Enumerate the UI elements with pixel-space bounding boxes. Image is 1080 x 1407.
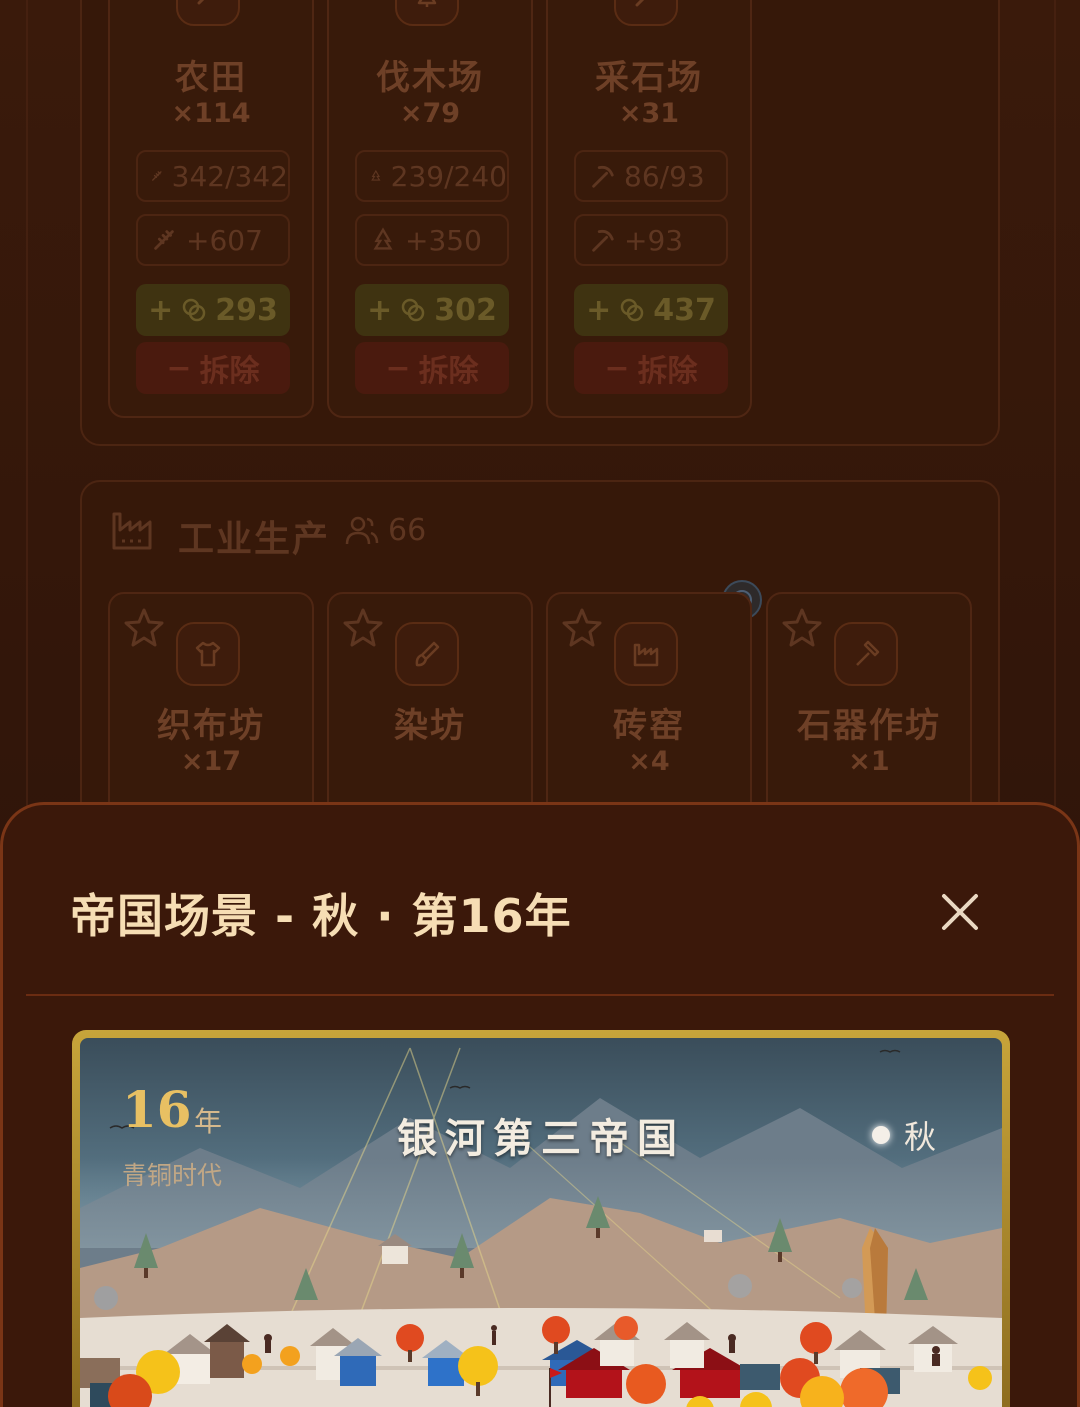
production-value: +350 — [405, 223, 482, 257]
capacity-value: 342/342 — [171, 159, 288, 193]
wheat-icon — [152, 171, 162, 181]
building-count: ×17 — [180, 746, 242, 777]
tree-icon — [395, 0, 459, 26]
build-cost: 302 — [434, 292, 497, 328]
demolish-label: 拆除 — [199, 354, 260, 389]
building-name: 农田 — [175, 58, 247, 98]
build-button[interactable]: + 437 — [574, 284, 728, 336]
pickaxe-icon — [592, 165, 614, 188]
plus-icon: + — [586, 292, 612, 328]
demolish-button[interactable]: − 拆除 — [136, 342, 290, 394]
production-pill: +93 — [574, 214, 728, 266]
season-dot-icon — [872, 1126, 890, 1144]
empire-name: 银河第三帝国 — [397, 1116, 685, 1162]
building-name: 采石场 — [595, 58, 703, 98]
star-icon[interactable] — [780, 606, 824, 650]
minus-icon: − — [166, 350, 192, 386]
section-workers: 66 — [344, 512, 426, 548]
close-icon[interactable] — [936, 888, 984, 936]
plus-icon: + — [367, 292, 393, 328]
brush-icon — [395, 622, 459, 686]
factory-icon — [112, 512, 152, 550]
minus-icon: − — [385, 350, 411, 386]
empire-scene-frame: 16 年 青铜时代 银河第三帝国 秋 — [72, 1030, 1010, 1407]
pickaxe-icon — [592, 229, 614, 252]
modal-title: 帝国场景 - 秋 · 第16年 — [70, 889, 572, 943]
building-card-farm[interactable]: 农田 ×114 342/342 +607 + 293 − 拆除 — [108, 0, 314, 418]
star-icon[interactable] — [560, 606, 604, 650]
building-name: 织布坊 — [157, 706, 265, 746]
tree-icon — [371, 169, 381, 181]
users-icon — [345, 516, 379, 545]
building-name: 染坊 — [394, 706, 466, 746]
building-name: 砖窑 — [613, 706, 685, 746]
demolish-button[interactable]: − 拆除 — [574, 342, 728, 394]
capacity-value: 86/93 — [624, 159, 705, 193]
build-cost: 293 — [215, 292, 278, 328]
production-pill: +607 — [136, 214, 290, 266]
section-title: 工业生产 — [178, 519, 331, 560]
build-cost: 437 — [653, 292, 716, 328]
building-count: ×79 — [399, 98, 461, 129]
modal-divider — [26, 994, 1054, 996]
capacity-pill: 239/240 — [355, 150, 509, 202]
wheat-icon — [154, 230, 174, 250]
wheat-icon — [176, 0, 240, 26]
build-button[interactable]: + 302 — [355, 284, 509, 336]
empire-scene: 16 年 青铜时代 银河第三帝国 秋 — [80, 1038, 1002, 1407]
tree-icon — [373, 227, 393, 250]
building-count: ×31 — [618, 98, 680, 129]
building-count: ×1 — [848, 746, 890, 777]
production-value: +93 — [624, 223, 684, 257]
minus-icon: − — [604, 350, 630, 386]
star-icon[interactable] — [341, 606, 385, 650]
capacity-pill: 342/342 — [136, 150, 290, 202]
capacity-pill: 86/93 — [574, 150, 728, 202]
building-count: ×114 — [171, 98, 251, 129]
coin-icon — [402, 298, 425, 322]
season-label: 秋 — [904, 1118, 937, 1156]
coin-icon — [621, 298, 644, 322]
production-value: +607 — [186, 223, 263, 257]
build-button[interactable]: + 293 — [136, 284, 290, 336]
factory-icon — [614, 622, 678, 686]
workers-count: 66 — [388, 512, 427, 548]
building-card-quarry[interactable]: 采石场 ×31 86/93 +93 + 437 − 拆除 — [546, 0, 752, 418]
building-count: ×4 — [628, 746, 670, 777]
star-icon[interactable] — [122, 606, 166, 650]
production-pill: +350 — [355, 214, 509, 266]
pickaxe-icon — [614, 0, 678, 26]
building-card-lumber[interactable]: 伐木场 ×79 239/240 +350 + 302 − 拆除 — [327, 0, 533, 418]
demolish-label: 拆除 — [637, 354, 698, 389]
building-name: 石器作坊 — [797, 706, 941, 746]
season-indicator: 秋 — [872, 1112, 936, 1158]
shirt-icon — [176, 622, 240, 686]
coin-icon — [183, 298, 206, 322]
hammer-icon — [834, 622, 898, 686]
scene-illustration — [80, 1038, 1002, 1407]
building-name: 伐木场 — [376, 58, 484, 98]
demolish-button[interactable]: − 拆除 — [355, 342, 509, 394]
demolish-label: 拆除 — [418, 354, 479, 389]
plus-icon: + — [148, 292, 174, 328]
capacity-value: 239/240 — [390, 159, 507, 193]
